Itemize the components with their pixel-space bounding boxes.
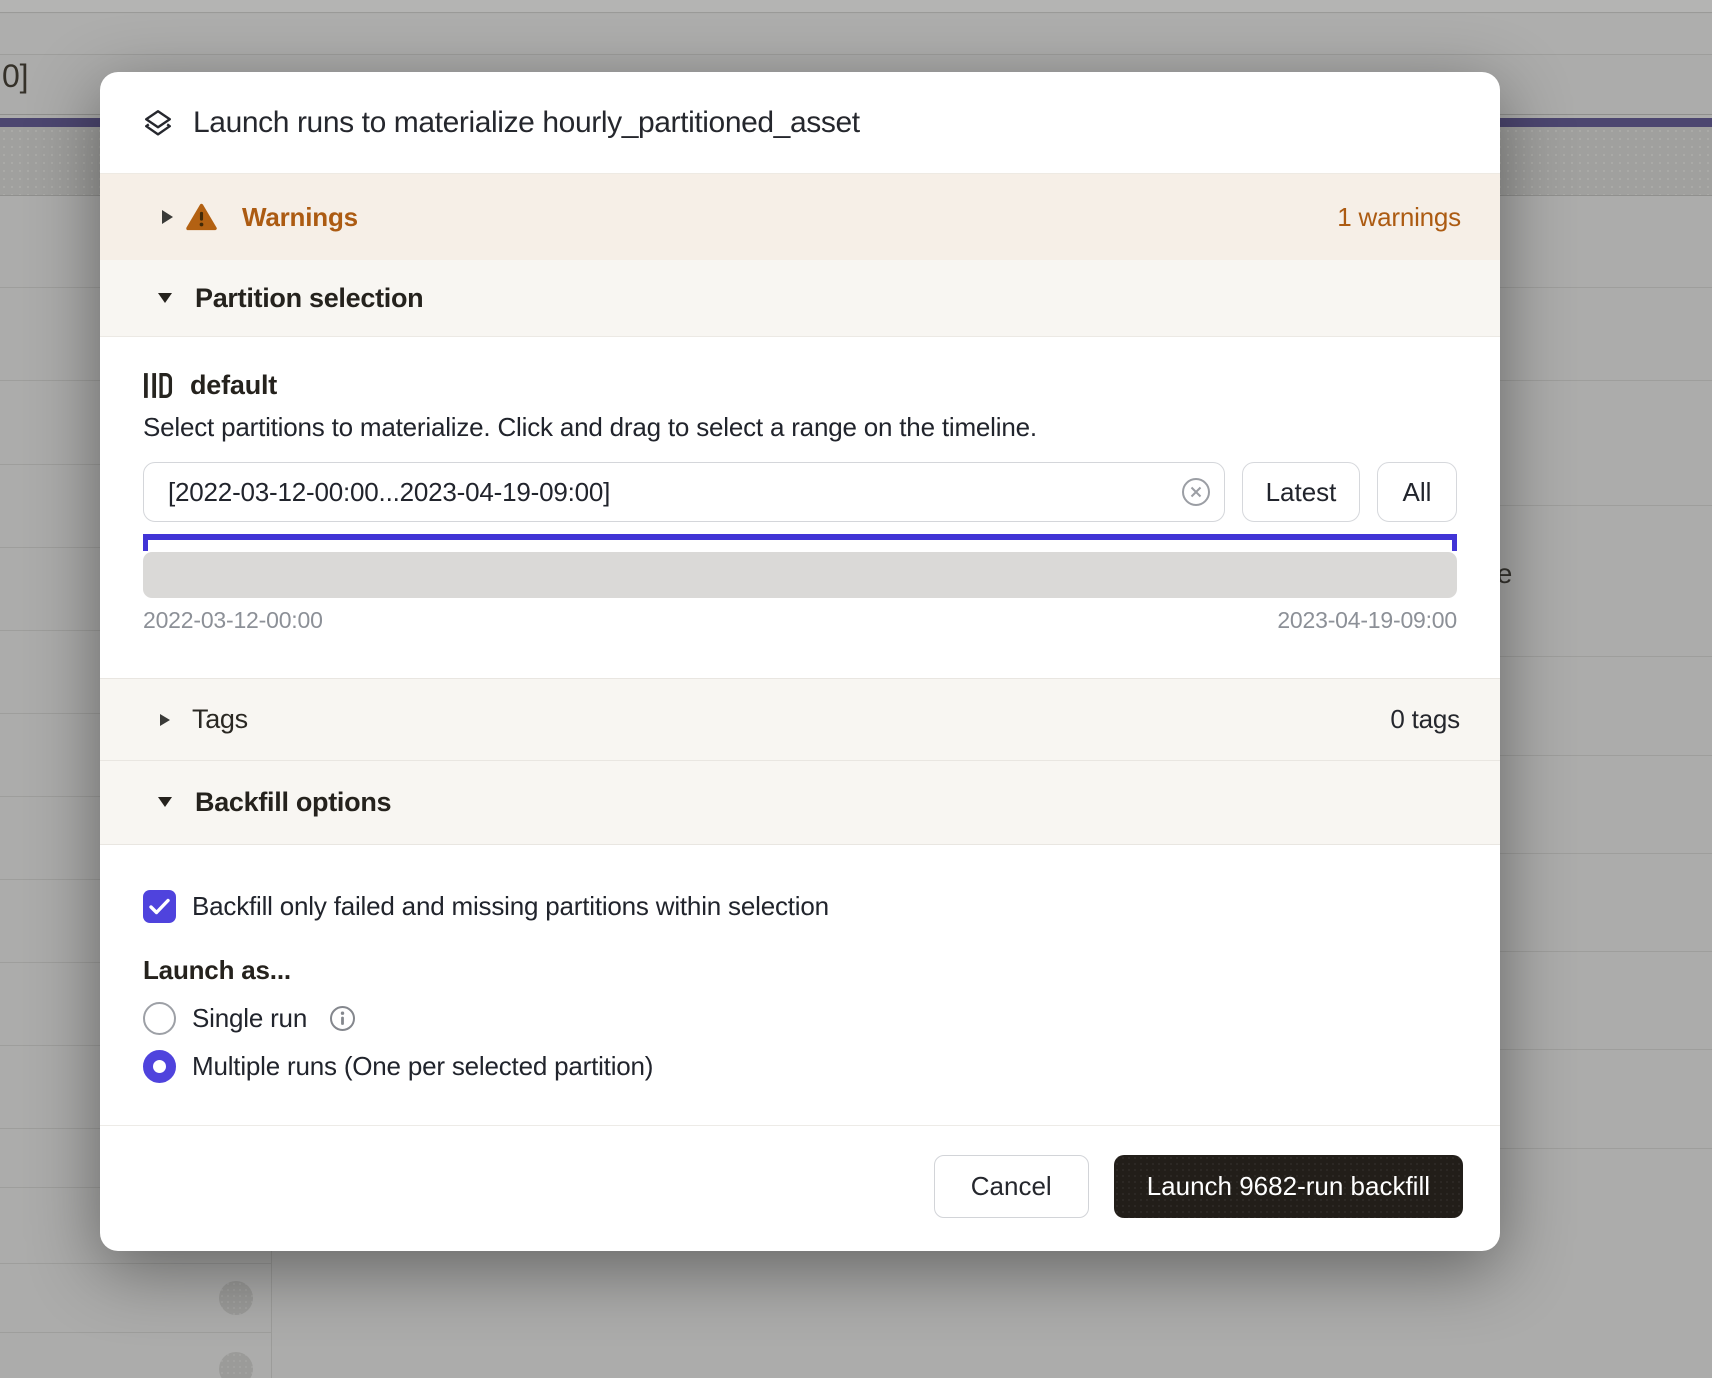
backfill-options-label: Backfill options — [195, 787, 391, 818]
launch-backfill-button[interactable]: Launch 9682-run backfill — [1114, 1155, 1463, 1218]
partition-bars-icon — [143, 371, 174, 400]
multiple-runs-radio[interactable] — [143, 1050, 176, 1083]
multiple-runs-label: Multiple runs (One per selected partitio… — [192, 1051, 653, 1082]
launch-as-label: Launch as... — [143, 953, 1457, 987]
timeline-end-date: 2023-04-19-09:00 — [1277, 607, 1457, 637]
truncated-cell-text: 0] — [2, 58, 28, 95]
chevron-down-icon — [157, 293, 173, 304]
timeline-start-date: 2022-03-12-00:00 — [143, 607, 323, 637]
table-column-divider — [271, 1251, 272, 1378]
range-end-tick — [1452, 540, 1457, 551]
clear-selection-button[interactable] — [1181, 477, 1211, 507]
table-row-divider — [0, 1332, 271, 1333]
multiple-runs-option: Multiple runs (One per selected partitio… — [143, 1049, 1457, 1083]
row-status-dot — [219, 1281, 253, 1315]
dialog-header: Launch runs to materialize hourly_partit… — [100, 72, 1500, 173]
row-status-dot — [219, 1352, 253, 1378]
table-row-divider — [1500, 853, 1712, 854]
backfill-only-failed-row: Backfill only failed and missing partiti… — [143, 889, 1457, 923]
warnings-count: 1 warnings — [1337, 202, 1461, 233]
table-row-divider — [1500, 505, 1712, 506]
background-header-strip — [0, 14, 1712, 55]
single-run-radio[interactable] — [143, 1002, 176, 1035]
layers-icon — [143, 108, 173, 138]
single-run-option: Single run — [143, 1001, 1457, 1035]
tags-count: 0 tags — [1390, 704, 1460, 735]
table-row-divider — [1500, 755, 1712, 756]
warning-triangle-icon — [186, 203, 217, 231]
partition-range-input[interactable] — [143, 462, 1225, 522]
partition-dimension-name: default — [190, 370, 277, 401]
timeline-date-labels: 2022-03-12-00:00 2023-04-19-09:00 — [143, 607, 1457, 637]
launch-backfill-dialog: Launch runs to materialize hourly_partit… — [100, 72, 1500, 1251]
range-start-tick — [143, 540, 148, 551]
partition-selection-description: Select partitions to materialize. Click … — [143, 409, 1457, 445]
chevron-right-icon — [160, 713, 170, 727]
partition-selection-label: Partition selection — [195, 283, 423, 314]
tags-section-header[interactable]: Tags 0 tags — [100, 678, 1500, 761]
partition-range-row: Latest All — [143, 462, 1457, 522]
table-row-divider — [1500, 1148, 1712, 1149]
cancel-button[interactable]: Cancel — [934, 1155, 1089, 1218]
single-run-label: Single run — [192, 1003, 307, 1034]
backfill-options-body: Backfill only failed and missing partiti… — [100, 845, 1500, 1125]
table-row-divider — [1500, 1049, 1712, 1050]
dialog-title: Launch runs to materialize hourly_partit… — [193, 106, 860, 140]
dialog-footer: Cancel Launch 9682-run backfill — [100, 1125, 1500, 1251]
background-toolbar-strip — [0, 0, 1712, 13]
tags-label: Tags — [192, 704, 248, 735]
info-circle-icon[interactable] — [329, 1005, 356, 1032]
partition-dimension-row: default — [143, 367, 1457, 403]
partition-timeline[interactable] — [143, 552, 1457, 598]
backfill-only-failed-checkbox[interactable] — [143, 890, 176, 923]
chevron-down-icon — [157, 797, 173, 808]
all-button[interactable]: All — [1377, 462, 1457, 522]
backfill-only-failed-label: Backfill only failed and missing partiti… — [192, 891, 829, 922]
warnings-label: Warnings — [242, 202, 358, 233]
warnings-section-header[interactable]: Warnings 1 warnings — [100, 173, 1500, 260]
table-row-divider — [1500, 656, 1712, 657]
partition-selection-section-header[interactable]: Partition selection — [100, 260, 1500, 337]
backfill-options-section-header[interactable]: Backfill options — [100, 761, 1500, 845]
partition-selection-body: default Select partitions to materialize… — [100, 337, 1500, 678]
table-row-divider — [1500, 951, 1712, 952]
table-row-divider — [0, 1263, 271, 1264]
partition-range-input-wrap — [143, 462, 1225, 522]
circle-x-icon — [1181, 477, 1211, 507]
latest-button[interactable]: Latest — [1242, 462, 1360, 522]
chevron-right-icon — [162, 209, 173, 225]
selected-range-indicator — [143, 534, 1457, 540]
